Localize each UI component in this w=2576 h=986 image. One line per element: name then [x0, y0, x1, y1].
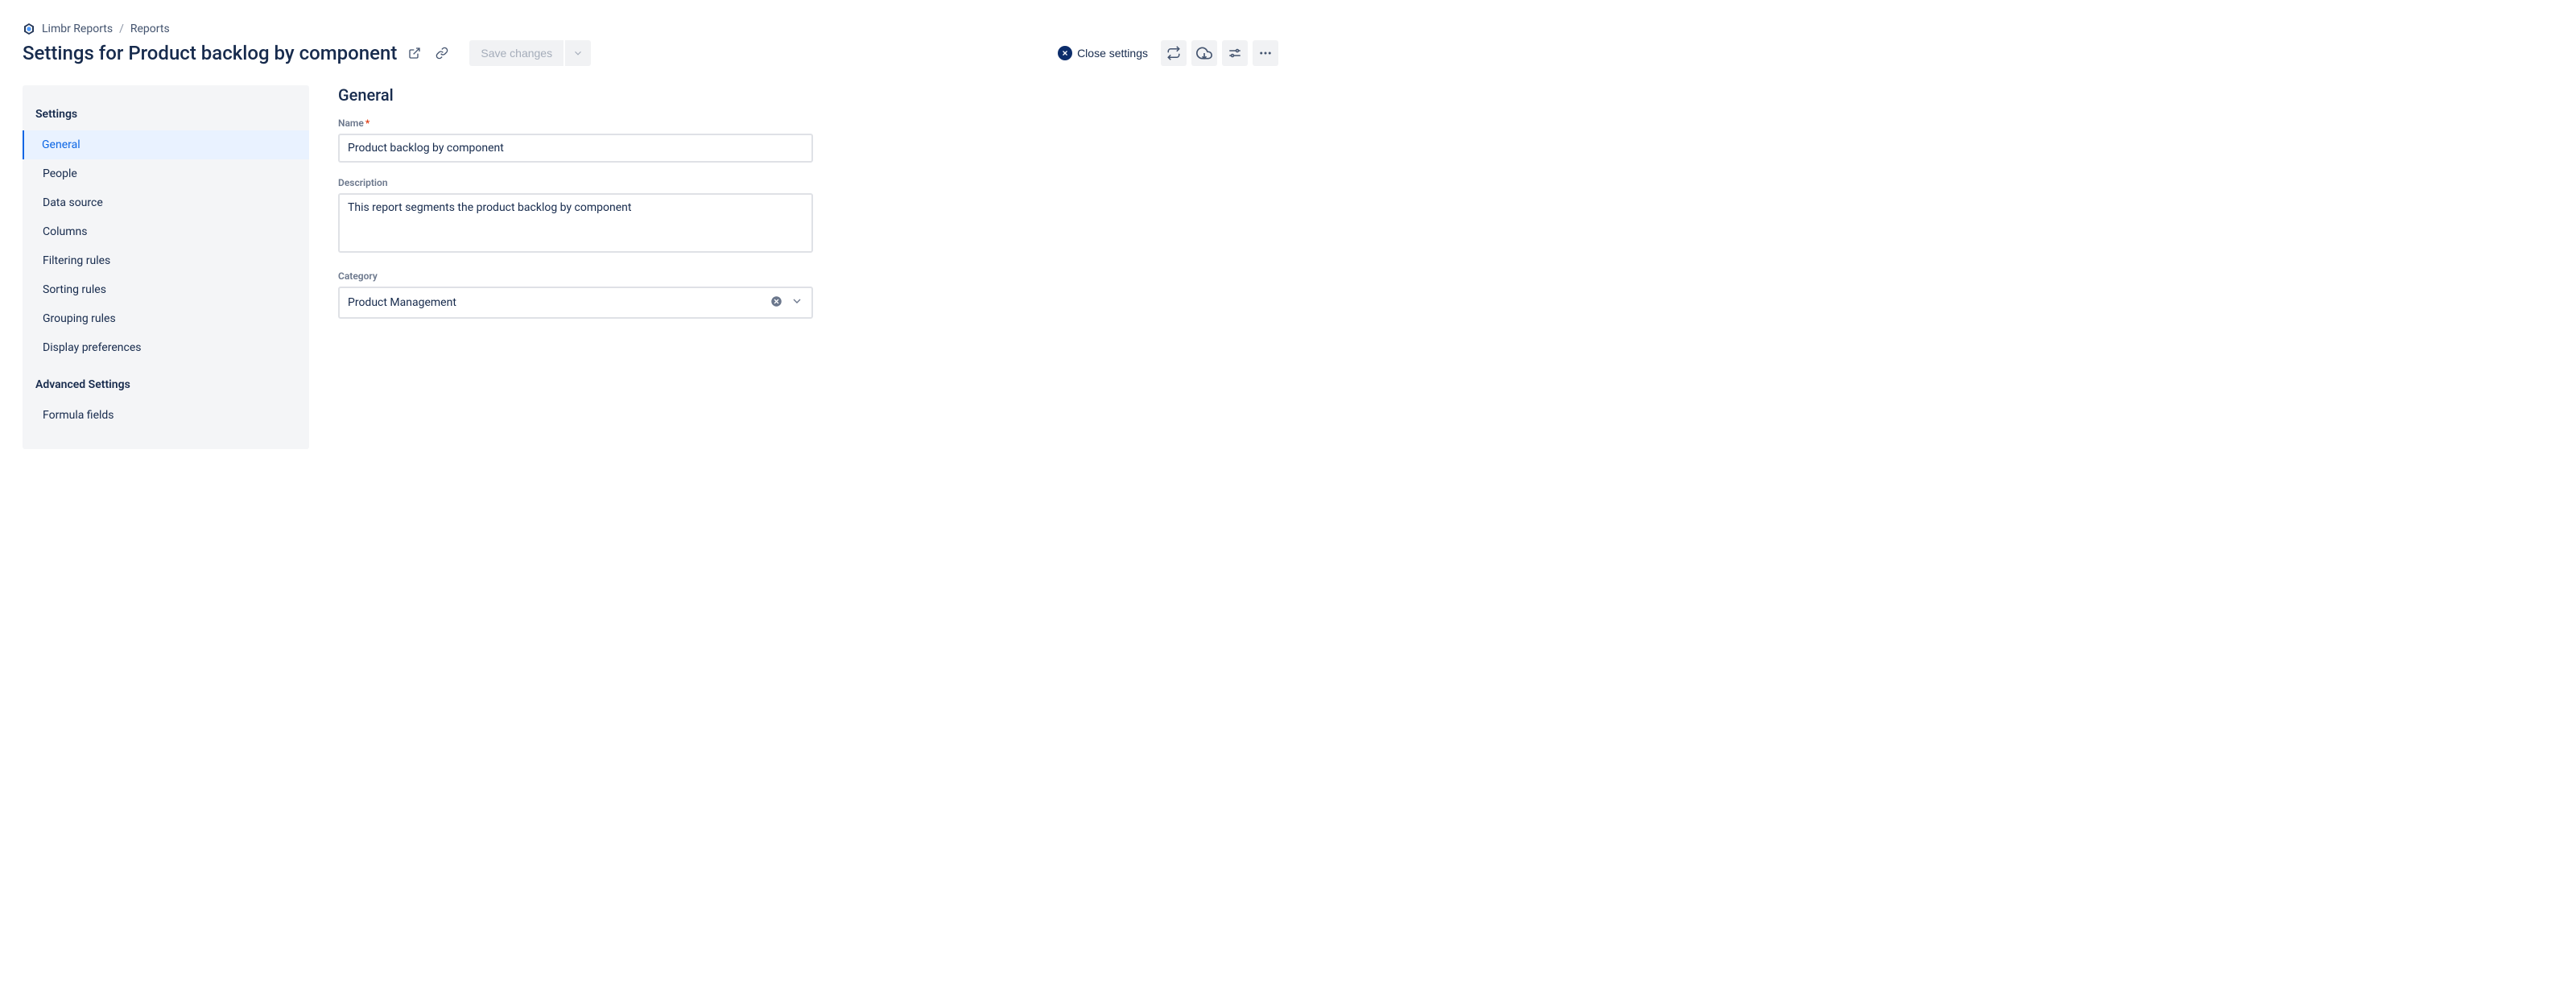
save-button[interactable]: Save changes [469, 40, 564, 66]
sidebar-item-sorting-rules[interactable]: Sorting rules [23, 275, 309, 304]
sidebar-item-people[interactable]: People [23, 159, 309, 188]
description-label: Description [338, 177, 813, 188]
section-title: General [338, 85, 813, 105]
required-indicator: * [365, 118, 369, 129]
breadcrumb-separator: / [119, 23, 124, 35]
sidebar-item-general[interactable]: General [23, 130, 309, 159]
category-value: Product Management [348, 296, 456, 309]
sidebar-item-formula-fields[interactable]: Formula fields [23, 401, 309, 430]
cloud-download-button[interactable] [1191, 40, 1217, 66]
open-external-icon[interactable] [405, 43, 424, 63]
sidebar-item-data-source[interactable]: Data source [23, 188, 309, 217]
sidebar-item-filtering-rules[interactable]: Filtering rules [23, 246, 309, 275]
link-icon[interactable] [432, 43, 452, 63]
clear-icon[interactable] [770, 295, 782, 311]
close-icon [1058, 46, 1072, 60]
page-title: Settings for Product backlog by componen… [23, 42, 397, 64]
category-select[interactable]: Product Management [338, 287, 813, 319]
category-label: Category [338, 270, 813, 282]
sidebar-item-columns[interactable]: Columns [23, 217, 309, 246]
breadcrumb-project[interactable]: Limbr Reports [42, 23, 113, 35]
more-button[interactable] [1253, 40, 1278, 66]
close-settings-button[interactable]: Close settings [1050, 41, 1156, 65]
sidebar-item-grouping-rules[interactable]: Grouping rules [23, 304, 309, 333]
breadcrumb: Limbr Reports / Reports [23, 23, 1278, 35]
settings-sliders-button[interactable] [1222, 40, 1248, 66]
save-dropdown-button[interactable] [565, 40, 591, 66]
sidebar-heading-settings: Settings [23, 101, 309, 130]
name-label: Name* [338, 118, 813, 129]
chevron-down-icon [791, 295, 803, 311]
sidebar-item-display-preferences[interactable]: Display preferences [23, 333, 309, 362]
name-input[interactable] [338, 134, 813, 163]
sidebar-heading-advanced: Advanced Settings [23, 372, 309, 401]
settings-sidebar: Settings General People Data source Colu… [23, 85, 309, 449]
refresh-button[interactable] [1161, 40, 1187, 66]
description-input[interactable] [338, 193, 813, 253]
project-logo-icon [23, 23, 35, 35]
breadcrumb-section[interactable]: Reports [130, 23, 170, 35]
